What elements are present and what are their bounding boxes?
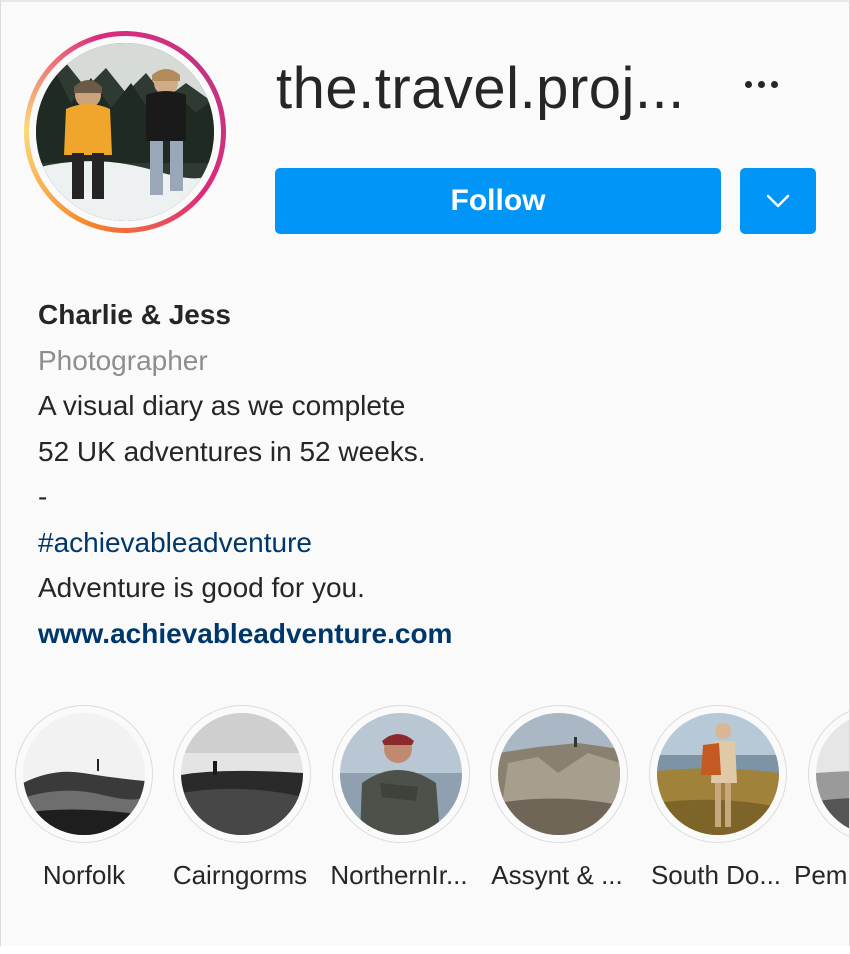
highlight-cover-ring — [808, 705, 849, 843]
highlight-label: South Do... — [650, 860, 782, 890]
website-link[interactable]: www.achievableadventure.com — [38, 611, 818, 657]
profile-page: the.travel.proj... Follow Charlie & Jess… — [0, 0, 850, 947]
chevron-down-icon — [766, 194, 790, 208]
bio-line: 52 UK adventures in 52 weeks. — [38, 435, 426, 467]
more-options-button[interactable] — [731, 64, 791, 104]
follow-button[interactable]: Follow — [275, 168, 721, 234]
profile-category: Photographer — [38, 344, 208, 376]
bio-line: A visual diary as we complete — [38, 390, 406, 421]
hashtag-link[interactable]: #achievableadventure — [38, 520, 818, 566]
display-name: Charlie & Jess — [38, 299, 231, 330]
highlight-cover — [23, 713, 145, 835]
highlight-cover-ring — [490, 705, 628, 843]
avatar-story-ring[interactable] — [24, 31, 226, 233]
highlight-cover-ring — [649, 705, 787, 843]
highlight-cover — [657, 713, 779, 835]
highlight-label: Assynt & ... — [491, 860, 623, 890]
highlight-label: Pem — [794, 860, 848, 890]
highlight-cover — [816, 713, 849, 835]
highlight-cover — [181, 713, 303, 835]
bio-line: - — [38, 481, 48, 512]
more-horizontal-icon — [744, 80, 752, 88]
highlight-cover-ring — [332, 705, 470, 843]
highlight-cover — [340, 713, 462, 835]
profile-bio: Charlie & Jess Photographer A visual dia… — [38, 292, 818, 656]
suggested-accounts-button[interactable] — [740, 168, 816, 234]
highlight-cover-ring — [173, 705, 311, 843]
highlight-label: NorthernIr... — [330, 860, 468, 890]
avatar[interactable] — [36, 43, 214, 221]
bottom-edge — [0, 946, 850, 954]
username: the.travel.proj... — [276, 56, 685, 121]
bio-tagline: Adventure is good for you. — [38, 572, 365, 603]
highlight-label: Norfolk — [42, 860, 126, 890]
highlight-cover-ring — [15, 705, 153, 843]
highlight-label: Cairngorms — [172, 860, 308, 890]
highlight-cover — [498, 713, 620, 835]
story-highlights: Norfolk Cairngorms NorthernIr... Assynt … — [1, 702, 849, 902]
